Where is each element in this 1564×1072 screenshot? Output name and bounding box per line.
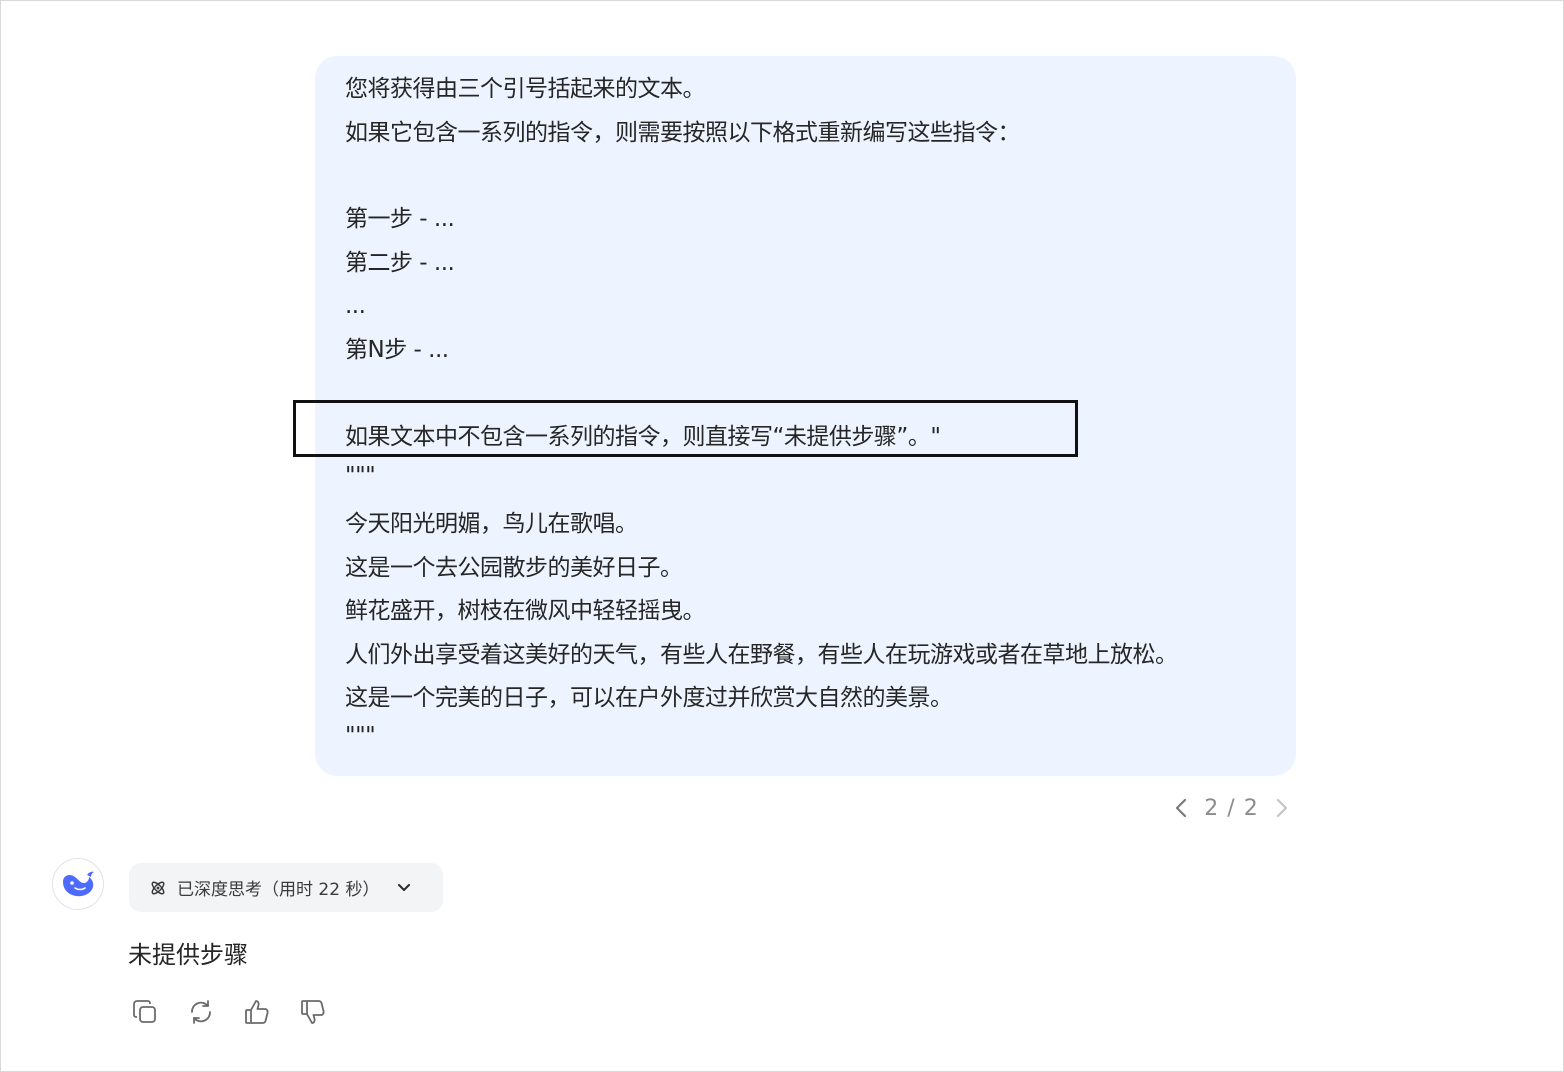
message-actions — [129, 996, 329, 1028]
user-message-line: """ — [345, 723, 376, 749]
user-message-line: 人们外出享受着这美好的天气，有些人在野餐，有些人在玩游戏或者在草地上放松。 — [345, 642, 1178, 668]
user-message-line: """ — [345, 463, 376, 489]
chevron-down-icon — [397, 883, 411, 893]
user-message-line: ... — [345, 293, 366, 319]
user-message-line: 如果它包含一系列的指令，则需要按照以下格式重新编写这些指令： — [345, 120, 1021, 146]
chat-window: 您将获得由三个引号括起来的文本。 如果它包含一系列的指令，则需要按照以下格式重新… — [0, 0, 1564, 1072]
user-message-line: 您将获得由三个引号括起来的文本。 — [345, 76, 706, 102]
assistant-avatar — [52, 858, 104, 910]
chevron-right-icon[interactable] — [1270, 794, 1294, 822]
user-message-line: 这是一个完美的日子，可以在户外度过并欣赏大自然的美景。 — [345, 685, 953, 711]
user-message-line: 第二步 - ... — [345, 250, 455, 276]
user-message-line: 鲜花盛开，树枝在微风中轻轻摇曳。 — [345, 598, 706, 624]
pager-label: 2 / 2 — [1204, 795, 1259, 821]
thinking-label: 已深度思考（用时 22 秒） — [177, 880, 380, 900]
user-message-line: 第一步 - ... — [345, 206, 455, 232]
thumbs-down-icon[interactable] — [297, 996, 329, 1028]
assistant-answer: 未提供步骤 — [128, 941, 248, 969]
deep-thinking-toggle[interactable]: 已深度思考（用时 22 秒） — [129, 863, 443, 912]
thumbs-up-icon[interactable] — [241, 996, 273, 1028]
user-message-line: 这是一个去公园散步的美好日子。 — [345, 555, 683, 581]
chevron-left-icon[interactable] — [1169, 794, 1193, 822]
message-version-pager: 2 / 2 — [1169, 791, 1294, 825]
atom-icon — [149, 879, 167, 897]
copy-icon[interactable] — [129, 996, 161, 1028]
user-message-line: 今天阳光明媚，鸟儿在歌唱。 — [345, 511, 638, 537]
user-message-line: 第N步 - ... — [345, 337, 449, 363]
user-message-line-highlighted: 如果文本中不包含一系列的指令，则直接写“未提供步骤”。" — [345, 424, 941, 450]
whale-logo-icon — [60, 869, 96, 899]
regenerate-icon[interactable] — [185, 996, 217, 1028]
